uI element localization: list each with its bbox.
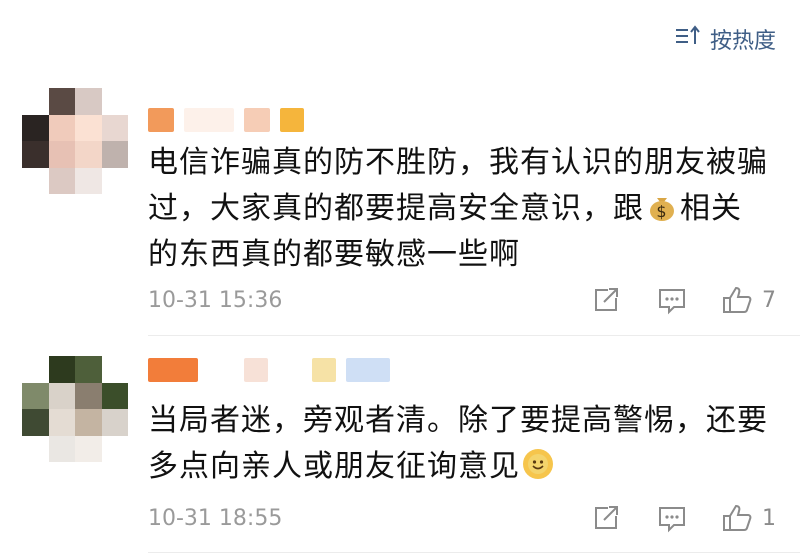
comment-meta: 10-31 15:36 7 [148,283,776,317]
thumbs-up-icon [723,286,752,313]
sort-icon [674,22,702,56]
reply-button[interactable] [654,500,690,536]
share-button[interactable] [588,500,624,536]
like-count: 1 [762,505,776,531]
share-icon [595,288,618,311]
comment-text: 电信诈骗真的防不胜防，我有认识的朋友被骗 过，大家真的都要提高安全意识，跟 $ 相关… [148,145,768,272]
avatar[interactable] [22,356,128,462]
smile-flower-icon [522,448,554,480]
comment-icon [659,507,685,533]
comment-meta: 10-31 18:55 1 [148,501,776,535]
like-count: 7 [762,287,776,313]
share-icon [595,506,618,529]
comment-text: 当局者迷，旁观者清。除了要提高警惕，还要 多点向亲人或朋友征询意见 [148,403,768,484]
like-button[interactable]: 1 [720,500,776,536]
sort-by-hot-button[interactable]: 按热度 [674,22,776,56]
svg-text:$: $ [656,202,667,221]
thumbs-up-icon [723,504,752,531]
comment-timestamp: 10-31 15:36 [148,287,283,313]
money-bag-icon: $ [646,190,678,222]
sort-label: 按热度 [709,29,776,54]
comment-divider [148,335,800,336]
reply-button[interactable] [654,282,690,318]
username[interactable] [148,356,390,384]
username[interactable] [148,106,304,134]
comment-timestamp: 10-31 18:55 [148,505,283,531]
like-button[interactable]: 7 [720,282,776,318]
avatar[interactable] [22,88,128,194]
comment-divider [148,552,800,553]
comment-icon [659,289,685,315]
share-button[interactable] [588,282,624,318]
